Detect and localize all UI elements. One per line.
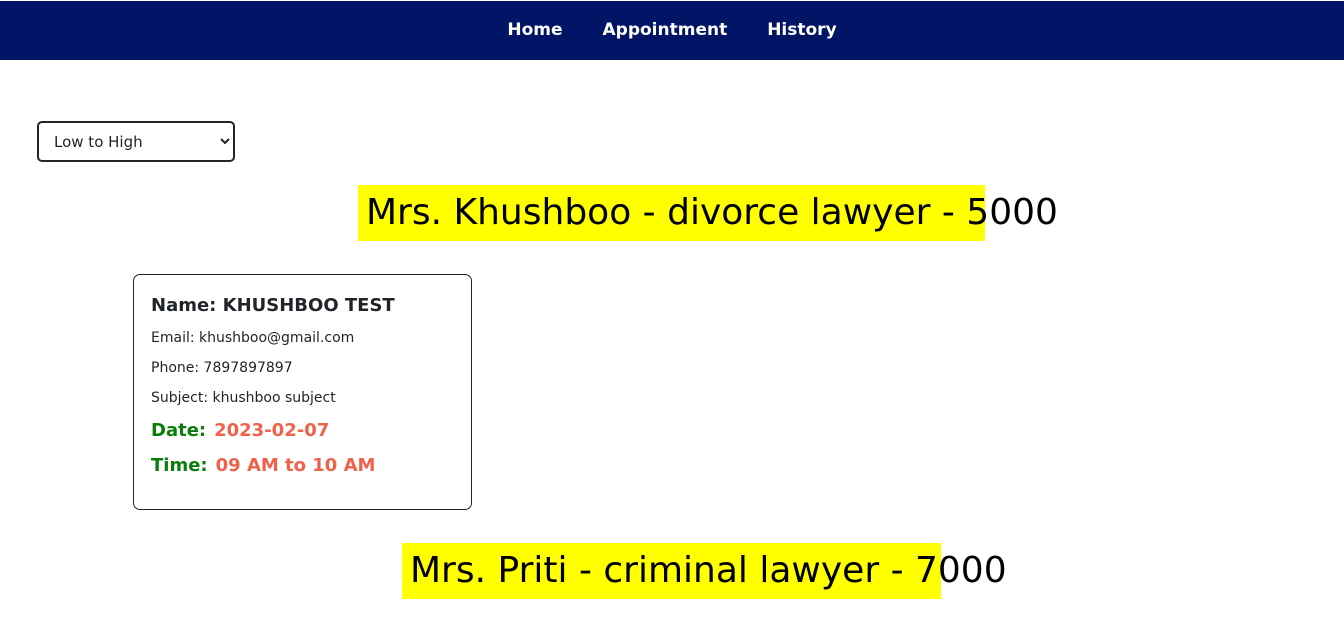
lawyer-heading-priti: Mrs. Priti - criminal lawyer - 7000 (402, 543, 1007, 599)
time-value: 09 AM to 10 AM (215, 455, 376, 476)
nav-home-link[interactable]: Home (487, 1, 582, 60)
nav-links: Home Appointment History (0, 1, 1344, 60)
appointment-date: Date: 2023-02-07 (151, 420, 454, 441)
time-label: Time: (151, 455, 208, 476)
lawyer-heading-khushboo: Mrs. Khushboo - divorce lawyer - 5000 (358, 185, 1058, 241)
nav-history-link[interactable]: History (747, 1, 856, 60)
appointment-time: Time: 09 AM to 10 AM (151, 455, 454, 476)
appointment-name: Name: KHUSHBOO TEST (151, 295, 395, 316)
appointment-phone: Phone: 7897897897 (151, 360, 293, 376)
appointment-subject: Subject: khushboo subject (151, 390, 336, 406)
sort-select[interactable]: Low to High (37, 121, 235, 162)
date-value: 2023-02-07 (214, 420, 330, 441)
date-label: Date: (151, 420, 207, 441)
appointment-card: Name: KHUSHBOO TEST Email: khushboo@gmai… (133, 274, 472, 510)
nav-appointment-link[interactable]: Appointment (583, 1, 748, 60)
top-navbar: Home Appointment History (0, 1, 1344, 60)
appointment-email: Email: khushboo@gmail.com (151, 330, 355, 346)
